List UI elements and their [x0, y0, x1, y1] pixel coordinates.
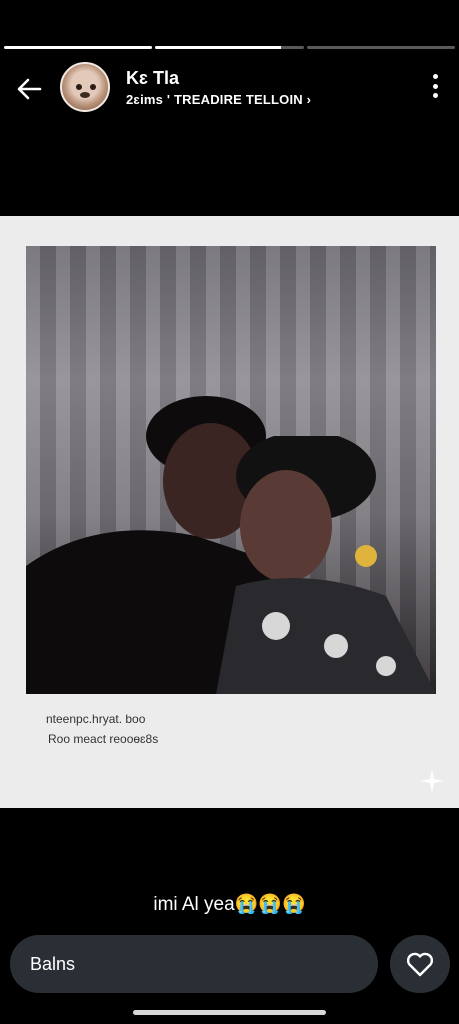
post-caption-line2: Roo meact reooɵɛ8s [48, 732, 159, 746]
post-caption-line1: nteenpc.hryat. boo [46, 712, 146, 726]
user-name[interactable]: Kɛ Tla [126, 68, 179, 89]
story-subtitle[interactable]: 2ɛims ' TREADIRE TELLOIN › [126, 92, 311, 107]
reply-message: imi Al yea😭😭😭 [153, 894, 306, 915]
like-button[interactable] [390, 935, 450, 993]
more-options-icon[interactable] [431, 74, 439, 98]
story-progress-segment [4, 46, 153, 49]
back-arrow-icon[interactable] [14, 74, 44, 104]
story-progress [4, 46, 455, 50]
story-header: Kɛ Tla 2ɛims ' TREADIRE TELLOIN › [0, 60, 459, 116]
story-progress-segment [155, 46, 304, 49]
story-progress-segment [306, 46, 455, 49]
home-indicator[interactable] [133, 1010, 326, 1015]
sparkle-icon [420, 769, 444, 793]
avatar[interactable] [60, 62, 110, 112]
message-input[interactable]: Balns [10, 935, 378, 993]
shared-post-card[interactable]: nteenpc.hryat. boo Roo meact reooɵɛ8s [0, 216, 459, 808]
heart-icon [406, 952, 434, 977]
post-photo [26, 246, 436, 694]
